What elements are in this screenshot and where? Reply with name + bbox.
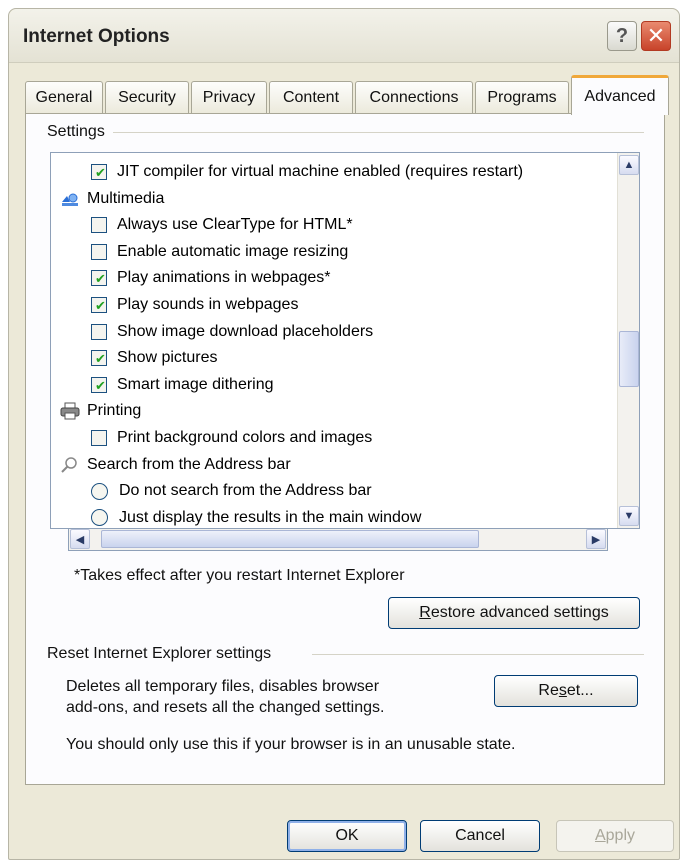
settings-option[interactable]: ✔ Play sounds in webpages	[91, 292, 298, 318]
checkmark-icon: ✔	[95, 165, 106, 180]
tab-connections[interactable]: Connections	[355, 81, 473, 113]
checkbox[interactable]: ✔	[91, 350, 107, 367]
checkmark-icon: ✔	[95, 271, 106, 287]
settings-option[interactable]: ✔ Smart image dithering	[91, 372, 274, 398]
checkmark-icon: ✔	[95, 351, 106, 367]
reset-description-line2: add-ons, and resets all the changed sett…	[66, 699, 385, 716]
tab-programs[interactable]: Programs	[475, 81, 569, 113]
checkmark-icon: ✔	[95, 377, 106, 393]
checkbox[interactable]	[91, 217, 107, 234]
tab-privacy[interactable]: Privacy	[191, 81, 267, 113]
radio-button[interactable]	[91, 482, 108, 500]
apply-accelerator: A	[594, 827, 606, 844]
checkbox[interactable]: ✔	[91, 270, 107, 287]
vertical-scroll-thumb[interactable]	[619, 331, 639, 387]
ok-button[interactable]: OK	[287, 820, 407, 852]
reset-description-line1: Deletes all temporary files, disables br…	[66, 678, 380, 695]
scroll-right-arrow-icon[interactable]: ▶	[586, 529, 606, 549]
reset-label-pre: Re	[538, 682, 559, 699]
checkbox[interactable]	[91, 323, 107, 340]
settings-option[interactable]: Show image download placeholders	[91, 319, 373, 345]
tab-advanced[interactable]: Advanced	[571, 75, 669, 115]
restart-footnote: *Takes effect after you restart Internet…	[74, 567, 405, 584]
settings-option[interactable]: Print background colors and images	[91, 425, 372, 451]
settings-horizontal-scrollbar[interactable]: ◀ ▶	[68, 529, 608, 551]
reset-group-divider	[312, 654, 644, 655]
tab-content[interactable]: Content	[269, 81, 353, 113]
restore-accelerator: R	[419, 604, 431, 621]
settings-option[interactable]: Just display the results in the main win…	[91, 505, 422, 528]
settings-option-label: Just display the results in the main win…	[119, 508, 422, 526]
checkbox[interactable]: ✔	[91, 376, 107, 393]
settings-option[interactable]: Do not search from the Address bar	[91, 478, 372, 504]
restore-advanced-settings-button[interactable]: Restore advanced settings	[388, 597, 640, 629]
settings-list[interactable]: ✔ JIT compiler for virtual machine enable…	[50, 152, 640, 529]
settings-option[interactable]: ✔ JIT compiler for virtual machine enable…	[91, 159, 523, 185]
tab-security[interactable]: Security	[105, 81, 189, 113]
checkmark-icon: ✔	[95, 298, 106, 313]
settings-option-label: Show image download placeholders	[117, 322, 374, 340]
settings-option-label: Print background colors and images	[117, 429, 373, 446]
window-title: Internet Options	[23, 26, 170, 47]
settings-vertical-scrollbar[interactable]: ▲ ▼	[617, 153, 639, 528]
checkbox[interactable]	[91, 430, 107, 446]
settings-option-label: Always use ClearType for HTML*	[117, 216, 353, 234]
help-button[interactable]: ?	[607, 21, 637, 51]
settings-category: Search from the Address bar	[59, 452, 291, 478]
settings-group-divider	[110, 132, 644, 133]
scroll-left-arrow-icon[interactable]: ◀	[70, 529, 90, 549]
settings-option-label: Do not search from the Address bar	[119, 482, 372, 500]
settings-option-label: Play animations in webpages*	[117, 269, 331, 287]
checkbox[interactable]	[91, 243, 107, 260]
reset-group-label: Reset Internet Explorer settings	[47, 645, 280, 663]
reset-label-post: et...	[566, 682, 594, 699]
checkbox[interactable]: ✔	[91, 297, 107, 313]
printer-icon	[59, 402, 81, 420]
horizontal-scroll-thumb[interactable]	[101, 530, 479, 548]
settings-option[interactable]: Enable automatic image resizing	[91, 239, 348, 265]
scroll-down-arrow-icon[interactable]: ▼	[619, 506, 639, 526]
settings-option-label: Printing	[87, 402, 142, 420]
tab-general[interactable]: General	[25, 81, 103, 113]
settings-category: Printing	[59, 398, 141, 424]
multimedia-icon	[59, 190, 81, 208]
title-bar[interactable]: Internet Options ? ✕	[9, 9, 679, 63]
settings-option-label: Multimedia	[87, 189, 165, 207]
settings-option-label: Play sounds in webpages	[117, 296, 299, 313]
settings-option[interactable]: ✔ Play animations in webpages*	[91, 265, 330, 291]
scroll-up-arrow-icon[interactable]: ▲	[619, 155, 639, 175]
settings-option-label: Show pictures	[117, 349, 218, 367]
apply-button[interactable]: Apply	[556, 820, 674, 852]
settings-category: Multimedia	[59, 186, 164, 212]
checkbox[interactable]: ✔	[91, 164, 107, 180]
close-button[interactable]: ✕	[641, 21, 671, 51]
apply-label-post: pply	[605, 827, 636, 844]
reset-accelerator: s	[558, 682, 567, 699]
settings-group-label: Settings	[47, 123, 113, 141]
cancel-button[interactable]: Cancel	[420, 820, 540, 852]
settings-option-label: JIT compiler for virtual machine enabled…	[117, 163, 524, 180]
settings-option-label: Enable automatic image resizing	[117, 242, 349, 260]
settings-option-label: Search from the Address bar	[87, 455, 291, 473]
settings-option[interactable]: Always use ClearType for HTML*	[91, 212, 353, 238]
magnifier-icon	[59, 456, 81, 474]
reset-warning: You should only use this if your browser…	[66, 736, 516, 753]
reset-button[interactable]: Re s et...	[494, 675, 638, 707]
settings-option[interactable]: ✔ Show pictures	[91, 345, 218, 371]
settings-option-label: Smart image dithering	[117, 375, 274, 393]
radio-button[interactable]	[91, 509, 108, 527]
restore-label-post: estore advanced settings	[430, 604, 609, 621]
